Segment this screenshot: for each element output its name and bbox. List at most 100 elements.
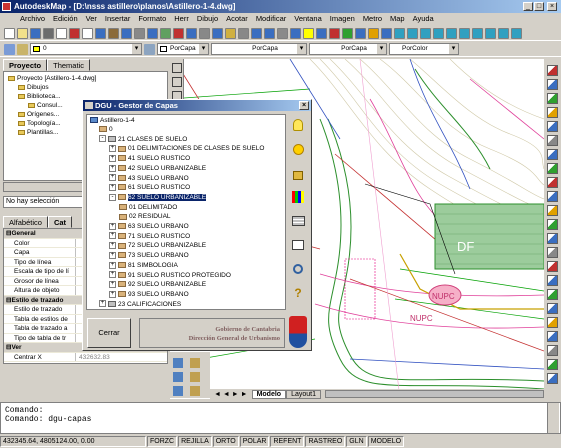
status-toggle-rastreo[interactable]: RASTREO — [305, 435, 346, 447]
modify-tool-icon-17[interactable] — [547, 303, 558, 314]
layer-tree-item[interactable]: +93 SUELO URBANO — [109, 290, 189, 299]
toolbar-icon-15[interactable] — [199, 27, 210, 39]
toolbar-icon-39[interactable] — [511, 27, 522, 39]
project-tree-item[interactable]: Proyecto [Astillero-1-4.dwg] — [8, 74, 96, 83]
toolbar-icon-27[interactable] — [355, 27, 366, 39]
expand-icon[interactable]: + — [109, 183, 116, 191]
layers-stack-icon[interactable] — [289, 212, 307, 230]
toolbar-icon-3[interactable] — [43, 27, 54, 39]
map-tool-icon-1[interactable] — [173, 358, 183, 368]
toolbar-icon-29[interactable] — [381, 27, 392, 39]
toolbar-icon-10[interactable] — [134, 27, 145, 39]
expand-icon[interactable]: + — [109, 271, 116, 279]
toolbar-icon-12[interactable] — [160, 27, 171, 39]
layer-tree-item[interactable]: 01 DELIMITADO — [119, 203, 177, 212]
toolbar-icon-1[interactable] — [17, 27, 28, 39]
layer-state-icon[interactable] — [17, 43, 28, 55]
toolbar-icon-24[interactable] — [316, 27, 327, 39]
modify-tool-icon-5[interactable] — [547, 135, 558, 146]
toolbar-icon-20[interactable] — [264, 27, 275, 39]
toolbar-icon-35[interactable] — [459, 27, 470, 39]
tab-categorizado[interactable]: Cat — [47, 216, 73, 228]
modify-tool-icon-8[interactable] — [547, 177, 558, 188]
linetype-select[interactable]: PorCapa — [211, 43, 307, 55]
layer-manager-icon[interactable] — [4, 43, 15, 55]
layer-tree-item[interactable]: +73 SUELO URBANO — [109, 251, 189, 260]
layer-tree-item[interactable]: +91 SUELO RUSTICO PROTEGIDO — [109, 271, 231, 280]
expand-icon[interactable]: + — [109, 290, 116, 298]
maximize-button[interactable]: □ — [534, 2, 544, 11]
menu-item-12[interactable]: Map — [386, 13, 409, 25]
menu-item-8[interactable]: Modificar — [252, 13, 290, 25]
expand-icon[interactable]: + — [109, 174, 116, 182]
menu-item-4[interactable]: Formato — [134, 13, 170, 25]
toolbar-icon-13[interactable] — [173, 27, 184, 39]
freeze-sun-icon[interactable] — [289, 140, 307, 158]
toolbar-icon-36[interactable] — [472, 27, 483, 39]
expand-icon[interactable]: + — [99, 300, 106, 308]
layer-tree-item[interactable]: +63 SUELO URBANO — [109, 222, 189, 231]
toolbar-icon-19[interactable] — [251, 27, 262, 39]
dialog-close-button[interactable]: × — [299, 101, 309, 110]
modify-tool-icon-18[interactable] — [547, 317, 558, 328]
horizontal-scrollbar[interactable] — [324, 390, 544, 398]
edit-layer-icon[interactable] — [289, 236, 307, 254]
layer-tree-item[interactable]: 0 — [99, 125, 113, 134]
modify-tool-icon-20[interactable] — [547, 345, 558, 356]
plotstyle-select[interactable]: PorColor — [389, 43, 459, 55]
toolbar-icon-37[interactable] — [485, 27, 496, 39]
modify-tool-icon-1[interactable] — [547, 79, 558, 90]
expand-icon[interactable]: + — [109, 154, 116, 162]
menu-item-11[interactable]: Metro — [359, 13, 386, 25]
layer-select[interactable]: 0 — [30, 43, 142, 55]
toolbar-icon-22[interactable] — [290, 27, 301, 39]
property-row[interactable]: Centrar X 432632.83 — [4, 352, 167, 362]
tab-layout1[interactable]: Layout1 — [286, 389, 321, 399]
expand-icon[interactable]: + — [109, 145, 116, 153]
layer-tree-item[interactable]: +23 CALIFICACIONES — [99, 300, 181, 309]
toolbar-icon-2[interactable] — [30, 27, 41, 39]
modify-tool-icon-10[interactable] — [547, 205, 558, 216]
toolbar-icon-0[interactable] — [4, 27, 15, 39]
menu-item-7[interactable]: Acotar — [222, 13, 252, 25]
tab-alfabetico[interactable]: Alfabético — [3, 216, 48, 228]
project-tree-item[interactable]: Consul... — [28, 101, 63, 110]
project-tree-item[interactable]: Dibujos — [18, 83, 49, 92]
layer-tree-item[interactable]: - 21 CLASES DE SUELO — [99, 135, 187, 144]
menu-item-5[interactable]: Herr — [170, 13, 193, 25]
status-toggle-refent[interactable]: REFENT — [270, 435, 305, 447]
map-tool-icon-5[interactable] — [190, 372, 200, 382]
layer-tree-item[interactable]: +71 SUELO RUSTICO — [109, 232, 190, 241]
layer-tree-item[interactable]: +61 SUELO RUSTICO — [109, 183, 190, 192]
status-toggle-gln[interactable]: GLN — [346, 435, 367, 447]
tab-proyecto[interactable]: Proyecto — [3, 59, 48, 71]
menu-item-0[interactable]: Archivo — [16, 13, 49, 25]
project-tree-item[interactable]: Topología... — [18, 119, 61, 128]
modify-tool-icon-9[interactable] — [547, 191, 558, 202]
color-select[interactable]: PorCapa — [157, 43, 209, 55]
menu-item-3[interactable]: Insertar — [101, 13, 134, 25]
command-line[interactable]: Comando: Comando: dgu-capas — [0, 402, 561, 434]
tab-modelo[interactable]: Modelo — [251, 389, 287, 399]
toolbar-icon-34[interactable] — [446, 27, 457, 39]
minimize-button[interactable]: _ — [523, 2, 533, 11]
layer-tree-item[interactable]: +01 DELIMITACIONES DE CLASES DE SUELO — [109, 144, 264, 153]
toolbar-icon-25[interactable] — [329, 27, 340, 39]
menu-item-2[interactable]: Ver — [82, 13, 101, 25]
expand-icon[interactable]: + — [109, 251, 116, 259]
command-scrollbar[interactable] — [547, 403, 559, 433]
collapse-icon[interactable]: - — [99, 135, 106, 143]
map-tool-icon-6[interactable] — [190, 386, 200, 396]
modify-tool-icon-19[interactable] — [547, 331, 558, 342]
lineweight-select[interactable]: PorCapa — [309, 43, 387, 55]
help-icon[interactable]: ? — [289, 284, 307, 302]
modify-tool-icon-13[interactable] — [547, 247, 558, 258]
menu-item-1[interactable]: Edición — [49, 13, 82, 25]
toolbar-icon-21[interactable] — [277, 27, 288, 39]
layer-tree-item[interactable]: +43 SUELO URBANO — [109, 174, 189, 183]
expand-icon[interactable]: + — [109, 242, 116, 250]
toolbar-icon-33[interactable] — [433, 27, 444, 39]
expand-icon[interactable]: + — [109, 261, 116, 269]
expand-icon[interactable]: + — [109, 222, 116, 230]
layer-tree-item[interactable]: +92 SUELO URBANIZABLE — [109, 280, 206, 289]
